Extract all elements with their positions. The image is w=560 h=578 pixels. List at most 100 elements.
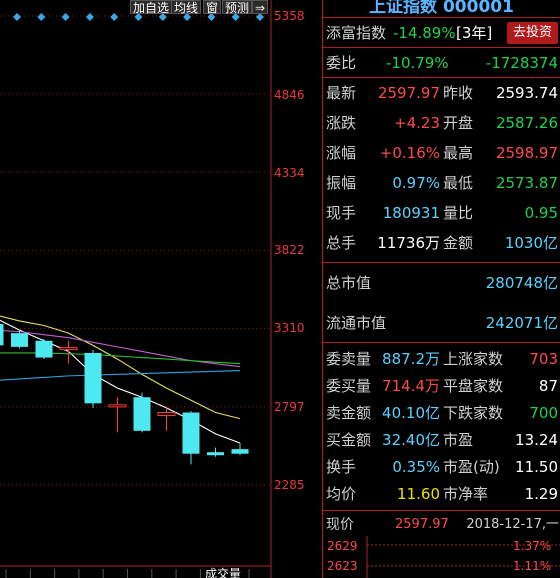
candle-body [84,352,102,404]
quote-row: 委买量 714.4万 平盘家数 87 [323,373,560,400]
invest-button[interactable]: 去投资 [506,22,558,44]
row-label: 委买量 [326,377,372,395]
row-value: 0.35% [392,458,440,476]
now-price-row: 现价 2597.97 2018-12-17,一 [323,511,560,539]
row-value: 703 [529,350,558,368]
row-label: 均价 [326,485,357,503]
price-tick-label: 2285 [274,478,305,492]
total-mv-row: 总市值 280748亿 [323,263,560,303]
event-marker-icon [61,13,70,21]
weibi-label: 委比 [326,54,357,72]
quote-row: 委卖量 887.2万 上涨家数 703 [323,346,560,373]
row-label: 下跌家数 [443,404,504,422]
row-label: 开盘 [443,114,474,132]
row-label: 涨幅 [326,144,357,162]
mini-price-1: 2629 [327,539,358,553]
row-value: +4.23 [394,114,440,132]
price-tick-label: 5358 [274,9,305,23]
row-label: 上涨家数 [443,350,504,368]
row-label: 量比 [443,204,474,222]
add-watchlist-button[interactable]: 加自选 [130,0,173,15]
float-mv-value: 242071亿 [485,314,558,332]
row-label: 昨收 [443,84,474,102]
row-value: +0.16% [379,144,440,162]
mini-pct-1: 1.37% [513,539,551,553]
row-label: 总手 [326,234,357,252]
row-value: 2573.87 [495,174,558,192]
row-value: 13.24 [515,431,558,449]
window-button[interactable]: 窗 [203,0,222,15]
row-value: 2598.97 [495,144,558,162]
row-label: 最低 [443,174,474,192]
row-value: 2597.97 [377,84,440,102]
candle-body [11,333,28,347]
candle-body [182,412,200,454]
row-label: 市盈(动) [443,458,500,476]
kline-chart-panel[interactable]: 加自选 均线 窗 预测 ⇒ 5358 4846 4334 3822 3310 2… [0,0,322,578]
row-value: 2587.26 [495,114,558,132]
quote-panel: 上证指数 000001 添富指数 -14.89% [3年] 去投资 委比 -10… [322,0,560,578]
price-tick-label: 4334 [274,166,305,180]
row-value: 700 [529,404,558,422]
arrow-icon[interactable]: ⇒ [252,0,269,15]
moving-average-line [0,319,241,444]
row-label: 卖金额 [326,404,372,422]
row-value: 11.50 [515,458,558,476]
date-label: 2018-12-17,一 [466,517,559,532]
row-value: 32.40亿 [382,431,440,449]
row-value: 0.95 [524,204,558,222]
now-price-label: 现价 [326,517,354,533]
candle-body [133,397,151,431]
float-mv-label: 流通市值 [326,314,387,332]
index-title: 上证指数 000001 [323,0,560,18]
weibi-pct: -10.79% [386,54,449,72]
quote-row: 总手 11736万 金额 1030亿 [323,228,560,258]
row-label: 市净率 [443,485,489,503]
weibi-row: 委比 -10.79% -1728374 [323,48,560,78]
moving-average-line [0,315,241,420]
mini-intraday-chart: 2629 1.37% 2623 1.11% [327,536,560,578]
row-value: 0.97% [392,174,440,192]
quote-row: 最新 2597.97 昨收 2593.74 [323,78,560,108]
candle-body [207,452,224,456]
row-value: 887.2万 [382,350,440,368]
row-value: 1030亿 [504,234,558,252]
quote-row: 均价 11.60 市净率 1.29 [323,481,560,508]
event-marker-icon [110,13,119,21]
float-mv-row: 流通市值 242071亿 [323,303,560,343]
quote-row: 卖金额 40.10亿 下跌家数 700 [323,400,560,427]
row-value: 714.4万 [382,377,440,395]
row-label: 买金额 [326,431,372,449]
quote-row: 换手 0.35% 市盈(动) 11.50 [323,454,560,481]
ma-button[interactable]: 均线 [171,0,202,15]
row-value: 2593.74 [495,84,558,102]
price-tick-label: 3310 [274,321,305,335]
mini-price-2: 2623 [327,559,358,573]
volume-label: 成交量 [205,567,242,578]
tianfu-row: 添富指数 -14.89% [3年] 去投资 [323,18,560,48]
event-marker-icon [13,13,21,21]
tianfu-value: -14.89% [393,24,456,42]
row-value: 11736万 [377,234,440,252]
candle-body [59,347,78,351]
event-marker-icon [37,13,46,21]
weibi-value: -1728374 [485,54,558,72]
candle-body [35,340,53,358]
row-label: 振幅 [326,174,357,192]
candle-body [108,404,127,408]
candle-body [231,449,249,454]
price-tick-label: 3822 [274,243,305,257]
tianfu-label: 添富指数 [326,24,387,42]
row-value: 11.60 [397,485,440,503]
row-label: 金额 [443,234,474,252]
forecast-button[interactable]: 预测 [222,0,253,15]
quote-row: 买金额 32.40亿 市盈 13.24 [323,427,560,454]
row-label: 现手 [326,204,357,222]
event-marker-icon [85,13,94,21]
quote-rows: 最新 2597.97 昨收 2593.74 涨跌 +4.23 开盘 2587.26 涨幅 +0.1… [323,78,560,263]
row-label: 涨跌 [326,114,357,132]
quote-row: 涨幅 +0.16% 最高 2598.97 [323,138,560,168]
now-price-value: 2597.97 [395,517,449,532]
row-value: 87 [538,377,558,395]
price-tick-label: 2797 [274,400,305,414]
